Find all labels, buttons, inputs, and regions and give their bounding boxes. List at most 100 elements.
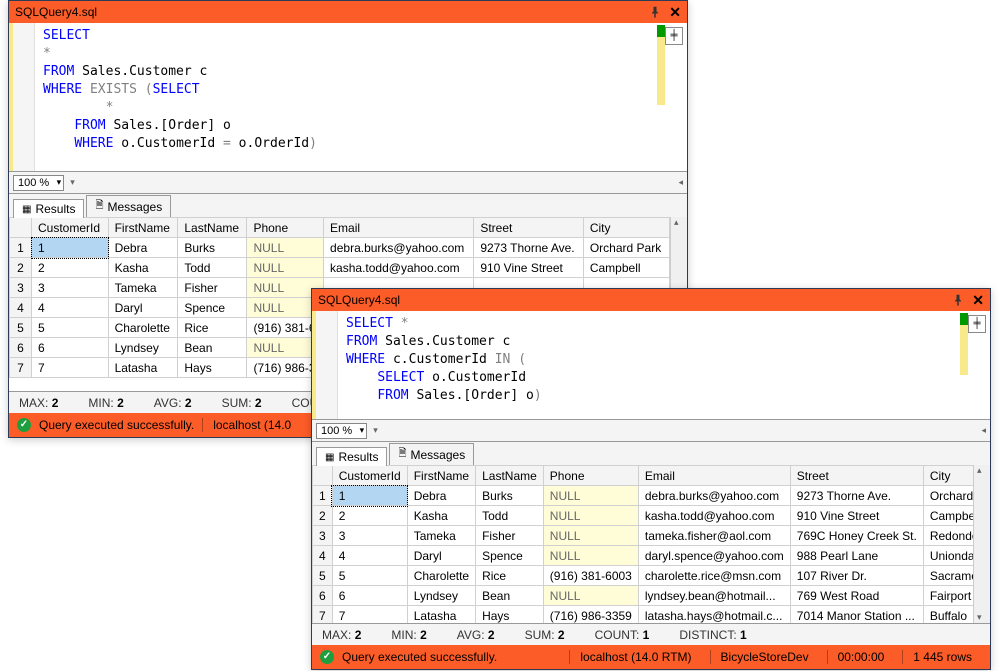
cell[interactable]: debra.burks@yahoo.com (638, 486, 790, 506)
cell[interactable]: (916) 381-6003 (543, 566, 638, 586)
cell[interactable]: Orchard Park (923, 486, 973, 506)
cell[interactable]: 1 (32, 238, 109, 258)
cell[interactable]: 769 West Road (790, 586, 923, 606)
cell[interactable]: Spence (476, 546, 544, 566)
pin-icon[interactable] (649, 6, 661, 18)
col-header[interactable]: Street (790, 466, 923, 486)
table-row[interactable]: 66LyndseyBeanNULLlyndsey.bean@hotmail...… (313, 586, 974, 606)
cell[interactable]: daryl.spence@yahoo.com (638, 546, 790, 566)
cell[interactable]: tameka.fisher@aol.com (638, 526, 790, 546)
cell[interactable]: 107 River Dr. (790, 566, 923, 586)
cell[interactable]: 988 Pearl Lane (790, 546, 923, 566)
sql-editor[interactable]: SELECT * FROM Sales.Customer c WHERE c.C… (312, 311, 990, 419)
row-header[interactable] (313, 466, 333, 486)
row-number[interactable]: 3 (10, 278, 32, 298)
table-row[interactable]: 22KashaToddNULLkasha.todd@yahoo.com910 V… (10, 258, 670, 278)
cell[interactable]: Todd (476, 506, 544, 526)
cell[interactable]: Todd (178, 258, 247, 278)
cell[interactable]: 910 Vine Street (790, 506, 923, 526)
col-header[interactable]: Street (474, 218, 584, 238)
zoom-caret-icon[interactable]: ▾ (70, 177, 75, 188)
close-icon[interactable]: ✕ (972, 292, 984, 309)
col-header[interactable]: Email (638, 466, 790, 486)
table-row[interactable]: 22KashaToddNULLkasha.todd@yahoo.com910 V… (313, 506, 974, 526)
cell[interactable]: kasha.todd@yahoo.com (638, 506, 790, 526)
cell[interactable]: Latasha (108, 358, 178, 378)
cell[interactable]: Tameka (108, 278, 178, 298)
sql-text[interactable]: SELECT * FROM Sales.Customer c WHERE c.C… (338, 311, 990, 419)
cell[interactable]: Latasha (407, 606, 475, 624)
pin-icon[interactable] (952, 294, 964, 306)
row-number[interactable]: 1 (10, 238, 32, 258)
titlebar[interactable]: SQLQuery4.sql ✕ (312, 289, 990, 311)
cell[interactable]: Burks (178, 238, 247, 258)
tab-results[interactable]: ▦ Results (316, 447, 387, 466)
col-header[interactable]: CustomerId (332, 466, 407, 486)
cell[interactable]: Kasha (407, 506, 475, 526)
row-number[interactable]: 3 (313, 526, 333, 546)
scroll-left-icon[interactable]: ◂ (981, 425, 986, 436)
cell[interactable]: 3 (332, 526, 407, 546)
table-row[interactable]: 55CharoletteRice(916) 381-6003charolette… (313, 566, 974, 586)
cell[interactable]: Bean (178, 338, 247, 358)
cell[interactable]: Campbell (923, 506, 973, 526)
table-row[interactable]: 33TamekaFisherNULLtameka.fisher@aol.com7… (313, 526, 974, 546)
table-row[interactable]: 11DebraBurksNULLdebra.burks@yahoo.com927… (10, 238, 670, 258)
tab-results[interactable]: ▦ Results (13, 199, 84, 218)
cell[interactable]: lyndsey.bean@hotmail... (638, 586, 790, 606)
row-number[interactable]: 6 (313, 586, 333, 606)
col-header[interactable]: FirstName (407, 466, 475, 486)
cell[interactable]: 3 (32, 278, 109, 298)
table-row[interactable]: 44DarylSpenceNULLdaryl.spence@yahoo.com9… (313, 546, 974, 566)
tab-messages[interactable]: 🗎 Messages (389, 443, 474, 465)
cell[interactable]: Fisher (178, 278, 247, 298)
results-grid[interactable]: CustomerIdFirstNameLastNamePhoneEmailStr… (312, 465, 990, 623)
col-header[interactable]: CustomerId (32, 218, 109, 238)
cell[interactable]: 7 (32, 358, 109, 378)
cell[interactable]: Hays (476, 606, 544, 624)
cell[interactable]: 6 (332, 586, 407, 606)
cell[interactable]: 7 (332, 606, 407, 624)
vertical-scrollbar[interactable] (973, 465, 990, 623)
col-header[interactable]: City (923, 466, 973, 486)
cell[interactable]: 9273 Thorne Ave. (790, 486, 923, 506)
tab-messages[interactable]: 🗎 Messages (86, 195, 171, 217)
row-number[interactable]: 2 (10, 258, 32, 278)
cell[interactable]: 910 Vine Street (474, 258, 584, 278)
cell[interactable]: Campbell (583, 258, 669, 278)
cell[interactable]: Sacramento (923, 566, 973, 586)
cell[interactable]: 4 (332, 546, 407, 566)
cell[interactable]: Rice (476, 566, 544, 586)
cell[interactable]: Lyndsey (108, 338, 178, 358)
close-icon[interactable]: ✕ (669, 4, 681, 21)
cell[interactable]: NULL (543, 546, 638, 566)
row-number[interactable]: 7 (10, 358, 32, 378)
cell[interactable]: Charolette (407, 566, 475, 586)
cell[interactable]: Bean (476, 586, 544, 606)
cell[interactable]: 5 (332, 566, 407, 586)
row-number[interactable]: 1 (313, 486, 333, 506)
col-header[interactable]: Email (324, 218, 474, 238)
row-number[interactable]: 7 (313, 606, 333, 624)
cell[interactable]: NULL (247, 238, 324, 258)
row-number[interactable]: 6 (10, 338, 32, 358)
zoom-caret-icon[interactable]: ▾ (373, 425, 378, 436)
cell[interactable]: (716) 986-3359 (543, 606, 638, 624)
cell[interactable]: Rice (178, 318, 247, 338)
cell[interactable]: NULL (543, 506, 638, 526)
row-number[interactable]: 5 (313, 566, 333, 586)
cell[interactable]: Charolette (108, 318, 178, 338)
col-header[interactable]: LastName (476, 466, 544, 486)
cell[interactable]: Burks (476, 486, 544, 506)
cell[interactable]: Tameka (407, 526, 475, 546)
cell[interactable]: Fisher (476, 526, 544, 546)
col-header[interactable]: City (583, 218, 669, 238)
cell[interactable]: debra.burks@yahoo.com (324, 238, 474, 258)
col-header[interactable]: FirstName (108, 218, 178, 238)
cell[interactable]: 769C Honey Creek St. (790, 526, 923, 546)
cell[interactable]: kasha.todd@yahoo.com (324, 258, 474, 278)
col-header[interactable]: Phone (543, 466, 638, 486)
split-button[interactable]: ╪ (665, 27, 683, 45)
row-number[interactable]: 2 (313, 506, 333, 526)
cell[interactable]: 2 (32, 258, 109, 278)
